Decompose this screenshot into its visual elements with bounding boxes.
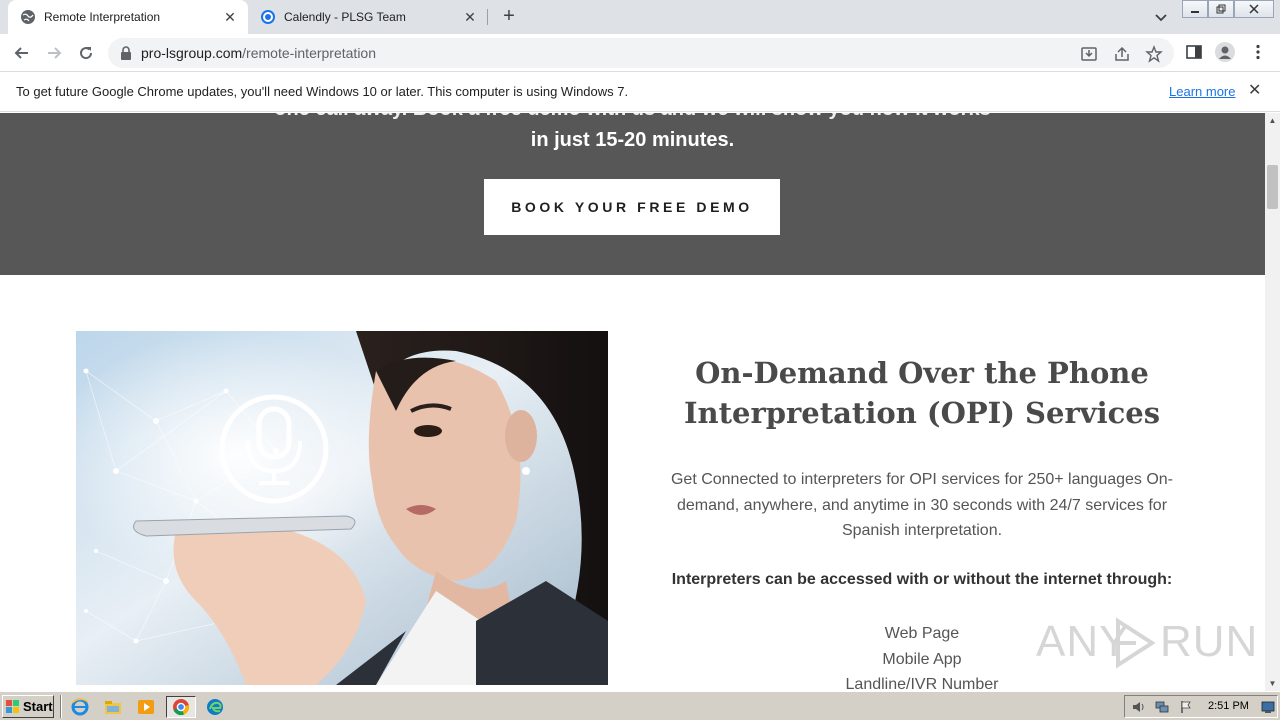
anyrun-watermark: ANY RUN [1036, 611, 1257, 675]
demo-banner: one call away. Book a free demo with us … [0, 113, 1265, 275]
close-tab-icon[interactable]: ✕ [222, 9, 238, 25]
chevron-down-icon[interactable] [1152, 8, 1170, 26]
section-heading: On-Demand Over the Phone Interpretation … [640, 353, 1204, 433]
edge-icon[interactable] [204, 696, 226, 718]
page-viewport: one call away. Book a free demo with us … [0, 113, 1265, 691]
reload-icon [80, 47, 93, 60]
close-icon[interactable]: ✕ [1248, 83, 1264, 99]
tab-calendly[interactable]: Calendly - PLSG Team ✕ [248, 0, 488, 34]
taskbar-separator [60, 695, 62, 718]
scrollbar-thumb[interactable] [1267, 165, 1278, 209]
show-desktop-icon[interactable] [1261, 700, 1275, 714]
profile-avatar-icon[interactable] [1215, 42, 1235, 62]
browser-toolbar: pro-lsgroup.com/remote-interpretation [0, 34, 1280, 72]
internet-explorer-icon[interactable] [69, 696, 91, 718]
file-explorer-icon[interactable] [102, 696, 124, 718]
clock[interactable]: 2:51 PM [1208, 700, 1249, 712]
chrome-icon [173, 699, 190, 716]
back-button[interactable] [10, 41, 34, 65]
woman-phone-photo [76, 331, 608, 685]
play-icon [1116, 617, 1156, 669]
close-window-icon[interactable] [1234, 0, 1274, 18]
lock-icon[interactable] [120, 46, 132, 60]
close-tab-icon[interactable]: ✕ [462, 9, 478, 25]
tab-strip: Remote Interpretation ✕ Calendly - PLSG … [0, 0, 1280, 34]
heading-line2: Interpretation (OPI) Services [683, 396, 1161, 430]
screen: Remote Interpretation ✕ Calendly - PLSG … [0, 0, 1280, 720]
globe-icon [21, 10, 35, 24]
calendly-icon [261, 10, 275, 24]
tab-title: Remote Interpretation [44, 10, 161, 24]
side-panel-icon[interactable] [1185, 43, 1203, 61]
new-tab-button[interactable]: + [498, 6, 520, 28]
section-description: Get Connected to interpreters for OPI se… [652, 467, 1192, 544]
description-line1: Get Connected to interpreters for OPI se… [670, 471, 1174, 488]
chrome-taskbar-button[interactable] [166, 696, 196, 718]
update-infobar: To get future Google Chrome updates, you… [0, 72, 1280, 112]
description-line2: demand, anywhere, and anytime in 30 seco… [676, 496, 1168, 514]
tab-separator [487, 9, 488, 25]
infobar-message: To get future Google Chrome updates, you… [16, 84, 629, 99]
scroll-up-icon[interactable]: ▲ [1265, 113, 1280, 128]
url-host: pro-lsgroup.com [141, 45, 243, 61]
install-icon[interactable] [1080, 45, 1098, 63]
description-line3: Spanish interpretation. [841, 522, 1003, 539]
action-center-flag-icon[interactable] [1179, 700, 1193, 714]
media-player-icon[interactable] [135, 696, 157, 718]
start-label: Start [23, 699, 53, 714]
url-path: /remote-interpretation [242, 45, 376, 61]
access-methods-heading: Interpreters can be accessed with or wit… [671, 571, 1173, 588]
arrow-right-icon [48, 47, 62, 59]
windows-taskbar: Start 2:51 PM [0, 691, 1280, 720]
start-button[interactable]: Start [2, 695, 54, 718]
tab-title: Calendly - PLSG Team [284, 10, 406, 24]
scroll-down-icon[interactable]: ▼ [1265, 676, 1280, 691]
url-text: pro-lsgroup.com/remote-interpretation [141, 45, 376, 61]
restore-icon[interactable] [1208, 0, 1234, 18]
windows-flag-icon [6, 699, 19, 713]
reload-button[interactable] [74, 41, 98, 65]
banner-text-line2: in just 15-20 minutes. [530, 129, 735, 151]
banner-text-line1: one call away. Book a free demo with us … [0, 113, 1265, 121]
learn-more-link[interactable]: Learn more [1169, 84, 1235, 99]
network-icon[interactable] [1155, 700, 1169, 714]
system-tray: 2:51 PM [1124, 695, 1278, 718]
address-bar[interactable]: pro-lsgroup.com/remote-interpretation [108, 38, 1174, 68]
watermark-text-right: RUN [1160, 617, 1259, 666]
minimize-icon[interactable] [1182, 0, 1208, 18]
forward-button[interactable] [42, 41, 66, 65]
arrow-left-icon [14, 47, 28, 59]
vertical-scrollbar[interactable]: ▲ ▼ [1265, 113, 1280, 691]
bookmark-star-icon[interactable] [1145, 45, 1163, 63]
menu-kebab-icon[interactable] [1249, 43, 1267, 61]
speaker-icon[interactable] [1131, 700, 1145, 714]
heading-line1: On-Demand Over the Phone [695, 356, 1149, 390]
share-icon[interactable] [1113, 45, 1131, 63]
tab-remote-interpretation[interactable]: Remote Interpretation ✕ [8, 0, 248, 34]
book-demo-button[interactable]: BOOK YOUR FREE DEMO [484, 179, 780, 235]
